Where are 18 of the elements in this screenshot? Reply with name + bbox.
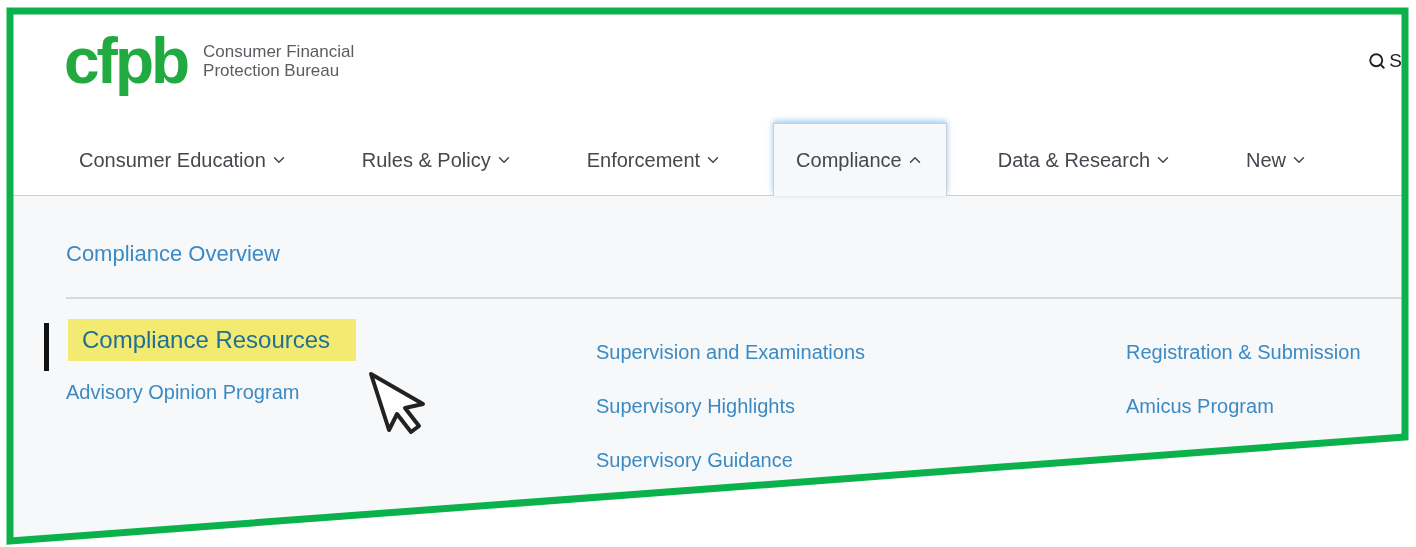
organization-name: Protection Bureau: [203, 61, 341, 80]
search-button[interactable]: S: [1368, 50, 1402, 72]
menu-link[interactable]: Supervisory Guidance: [596, 443, 793, 477]
menu-link[interactable]: Advisory Opinion Program: [66, 375, 300, 409]
focus-bar: [44, 323, 49, 371]
organization-name: Consumer Financial: [203, 42, 355, 61]
nav-tab[interactable]: New: [1223, 123, 1332, 196]
menu-link[interactable]: Supervisory Highlights: [596, 389, 795, 423]
overview-link[interactable]: Compliance Overview: [66, 241, 280, 267]
nav-tab[interactable]: Rules & Policy: [338, 123, 536, 196]
menu-link[interactable]: Supervision and Examinations: [596, 335, 866, 369]
nav-tab[interactable]: Consumer Education: [56, 123, 311, 196]
nav-tab[interactable]: Data & Research: [974, 123, 1195, 196]
nav-tab[interactable]: Compliance: [773, 123, 947, 196]
menu-link[interactable]: Amicus Program: [1126, 389, 1274, 423]
search-icon: [1368, 52, 1387, 70]
menu-link[interactable]: Registration & Submission: [1126, 335, 1361, 369]
nav-tab[interactable]: Enforcement: [563, 123, 746, 196]
